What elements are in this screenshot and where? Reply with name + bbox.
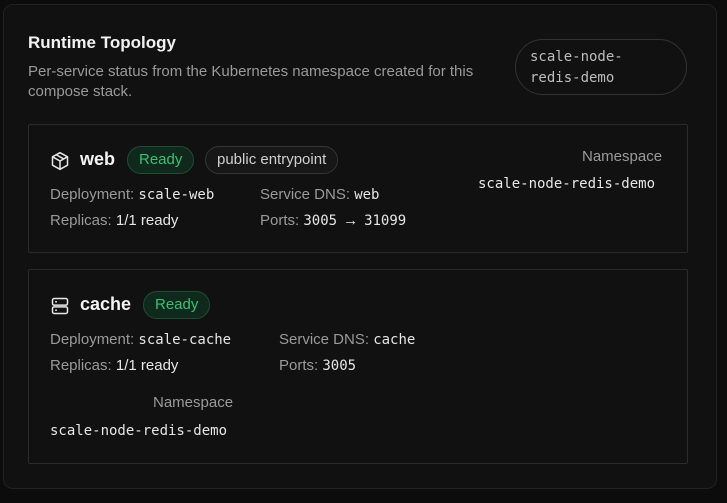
service-card-cache: cache Ready Deployment: scale-cache Repl… — [28, 269, 688, 464]
service-dns-field: Service DNS: cache — [279, 331, 415, 348]
page-title: Runtime Topology — [28, 33, 176, 52]
service-dns-label: Service DNS: — [260, 186, 351, 203]
namespace-chip-line2: redis-demo — [530, 70, 615, 86]
service-dns-label: Service DNS: — [279, 331, 370, 348]
ports-label: Ports: — [279, 357, 319, 374]
service-name: web — [80, 149, 116, 169]
replicas-field: Replicas: 1/1 ready — [50, 212, 178, 229]
replicas-value: 1/1 ready — [115, 212, 179, 229]
replicas-field: Replicas: 1/1 ready — [50, 357, 178, 374]
deployment-label: Deployment: — [50, 186, 135, 203]
namespace-label: Namespace — [582, 148, 663, 165]
deployment-value: scale-cache — [138, 332, 232, 348]
deployment-label: Deployment: — [50, 331, 135, 348]
namespace-value: scale-node-redis-demo — [50, 423, 228, 439]
deployment-value: scale-web — [138, 187, 215, 203]
service-name: cache — [80, 294, 132, 314]
deployment-field: Deployment: scale-cache — [50, 331, 231, 348]
namespace-chip-line1: scale-node- — [530, 49, 623, 65]
service-dns-value: cache — [373, 332, 416, 348]
entrypoint-badge: public entrypoint — [205, 146, 339, 174]
namespace-chip: scale-node- redis-demo — [515, 39, 687, 95]
namespace-label: Namespace — [153, 394, 234, 411]
server-icon — [51, 297, 69, 315]
service-card-web: web Ready public entrypoint Deployment: … — [28, 124, 688, 253]
port-value: 3005 — [303, 213, 338, 229]
status-badge: Ready — [143, 291, 211, 319]
service-dns-value: web — [354, 187, 380, 203]
status-badge: Ready — [127, 146, 195, 174]
ports-field: Ports: 3005 → 31099 — [260, 212, 406, 229]
ports-field: Ports: 3005 — [279, 357, 356, 374]
replicas-value: 1/1 ready — [115, 357, 179, 374]
deployment-field: Deployment: scale-web — [50, 186, 214, 203]
namespace-value: scale-node-redis-demo — [478, 176, 656, 192]
page-subtitle: Per-service status from the Kubernetes n… — [28, 63, 474, 100]
port-value: 3005 — [322, 358, 357, 374]
replicas-label: Replicas: — [50, 357, 112, 374]
package-icon — [51, 151, 69, 171]
replicas-label: Replicas: — [50, 212, 112, 229]
service-dns-field: Service DNS: web — [260, 186, 380, 203]
arrow-right-icon: → — [343, 212, 359, 229]
ports-label: Ports: — [260, 212, 300, 229]
node-port-value: 31099 — [364, 213, 407, 229]
